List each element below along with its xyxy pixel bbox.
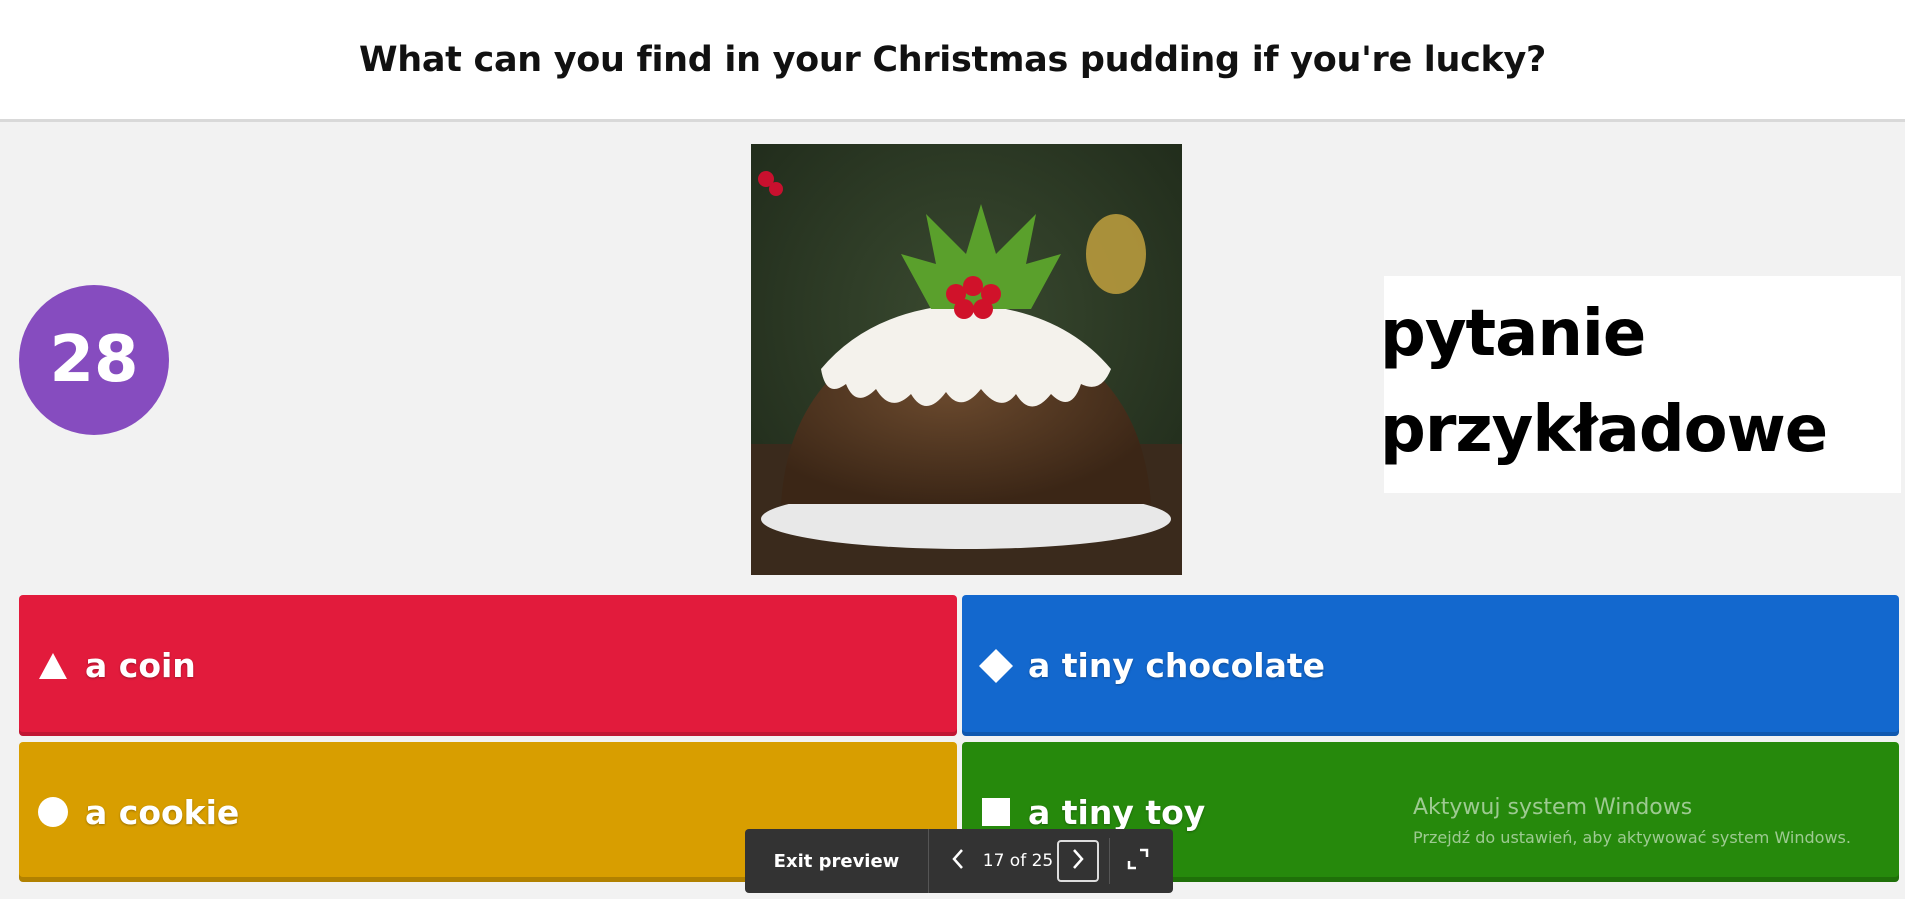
timer-value: 28 — [49, 323, 139, 397]
square-icon — [978, 794, 1014, 830]
christmas-pudding-image — [751, 144, 1182, 575]
circle-icon — [35, 794, 71, 830]
question-part-1: What can you find — [358, 39, 725, 80]
question-counter: 17 of 25 — [982, 851, 1054, 871]
question-image — [751, 144, 1182, 575]
preview-toolbar: Exit preview 17 of 25 — [745, 829, 1173, 893]
fullscreen-button[interactable] — [1110, 829, 1166, 893]
diamond-icon — [978, 648, 1014, 684]
windows-activation-watermark: Aktywuj system Windows Przejdź do ustawi… — [1413, 795, 1851, 847]
chevron-left-icon — [950, 847, 966, 875]
answer-2[interactable]: a tiny chocolate — [962, 595, 1899, 736]
answer-4-label: a tiny toy — [1028, 792, 1206, 832]
sticky-note: pytanie przykładowe — [1380, 276, 1901, 493]
answer-3-label: a cookie — [85, 792, 240, 832]
triangle-icon — [35, 648, 71, 684]
note-line-2: przykładowe — [1380, 393, 1828, 467]
question-text: What can you find in your Christmas pudd… — [359, 40, 1546, 80]
answer-1-label: a coin — [85, 646, 196, 685]
next-button[interactable] — [1057, 840, 1099, 882]
chevron-right-icon — [1070, 847, 1086, 875]
exit-preview-button[interactable]: Exit preview — [745, 829, 929, 893]
watermark-subtitle: Przejdź do ustawień, aby aktywować syste… — [1413, 828, 1851, 847]
watermark-title: Aktywuj system Windows — [1413, 795, 1693, 820]
answer-2-label: a tiny chocolate — [1028, 646, 1326, 685]
previous-button[interactable] — [937, 840, 979, 882]
question-header: What can you find in your Christmas pudd… — [0, 0, 1905, 122]
countdown-timer: 28 — [19, 285, 169, 435]
note-line-1: pytanie — [1380, 297, 1646, 371]
answer-1[interactable]: a coin — [19, 595, 957, 736]
fullscreen-icon — [1126, 847, 1150, 875]
question-part-2: in your Christmas pudding — [724, 39, 1240, 80]
question-part-3: if you're lucky? — [1239, 39, 1547, 80]
